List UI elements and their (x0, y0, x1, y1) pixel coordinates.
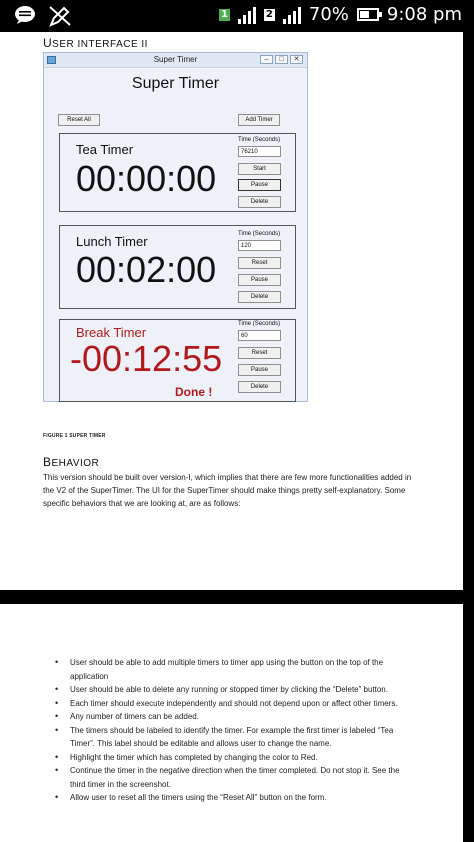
body-paragraph: This version should be built over versio… (43, 473, 412, 508)
pen-off-icon (49, 6, 71, 27)
timer-name[interactable]: Tea Timer (76, 142, 133, 157)
window-titlebar: Super Timer – □ ✕ (44, 53, 307, 68)
delete-button[interactable]: Delete (238, 381, 281, 393)
system-icons: 1 2 70% 9:08 pm (218, 4, 462, 25)
section-heading: BEHAVIOR (43, 455, 100, 469)
list-item: Any number of timers can be added. (55, 710, 410, 724)
battery-icon (356, 8, 382, 21)
timer-display: -00:12:55 (70, 338, 223, 379)
list-item: Allow user to reset all the timers using… (55, 791, 410, 805)
figure-caption: FIGURE 1 SUPER TIMER (43, 433, 106, 439)
document-page: User should be able to add multiple time… (0, 604, 463, 842)
delete-button[interactable]: Delete (238, 291, 281, 303)
timer-panel-lunch: Lunch Timer 00:02:00 Time (Seconds) 120 … (59, 225, 296, 309)
signal-icon (282, 6, 301, 24)
signal-icon (237, 6, 256, 24)
chat-icon (15, 6, 35, 24)
list-item: Highlight the timer which has completed … (55, 751, 410, 765)
reset-button[interactable]: Reset (238, 347, 281, 359)
behavior-list: User should be able to add multiple time… (55, 656, 410, 805)
pause-button[interactable]: Pause (238, 274, 281, 286)
done-label: Done ! (175, 385, 213, 399)
sim1-indicator: 1 (218, 8, 230, 21)
seconds-input[interactable]: 120 (238, 240, 281, 251)
list-item: User should be able to delete any runnin… (55, 683, 410, 697)
seconds-input[interactable]: 60 (238, 330, 281, 341)
start-button[interactable]: Start (238, 163, 281, 175)
timer-panel-tea: Tea Timer 00:00:00 Time (Seconds) 76210 … (59, 133, 296, 212)
section-heading: USER INTERFACE II (43, 36, 148, 50)
seconds-label: Time (Seconds) (238, 137, 281, 143)
notification-icons (14, 5, 72, 27)
timer-panel-break: Break Timer -00:12:55 Done ! Time (Secon… (59, 319, 296, 402)
timer-name[interactable]: Lunch Timer (76, 234, 148, 249)
reset-button[interactable]: Reset (238, 257, 281, 269)
minimize-button[interactable]: – (260, 55, 273, 64)
battery-percent: 70% (308, 4, 349, 25)
app-title: Super Timer (131, 75, 220, 92)
add-timer-button[interactable]: Add Timer (238, 114, 280, 126)
seconds-input[interactable]: 76210 (238, 146, 281, 157)
clock: 9:08 pm (386, 4, 462, 25)
close-button[interactable]: ✕ (290, 55, 303, 64)
reset-all-button[interactable]: Reset All (58, 114, 100, 126)
maximize-button[interactable]: □ (275, 55, 288, 64)
sim2-indicator: 2 (263, 8, 275, 21)
list-item: The timers should be labeled to identify… (55, 724, 410, 751)
seconds-label: Time (Seconds) (238, 321, 281, 327)
list-item: User should be able to add multiple time… (55, 656, 410, 683)
super-timer-window: Super Timer – □ ✕ Super Timer Reset All … (43, 52, 308, 402)
document-page: USER INTERFACE II Super Timer – □ ✕ Supe… (0, 32, 463, 590)
status-bar: 1 2 70% 9:08 pm (0, 0, 474, 32)
timer-display: 00:02:00 (76, 249, 217, 290)
list-item: Continue the timer in the negative direc… (55, 764, 410, 791)
pause-button[interactable]: Pause (238, 364, 281, 376)
delete-button[interactable]: Delete (238, 196, 281, 208)
list-item: Each timer should execute independently … (55, 697, 410, 711)
seconds-label: Time (Seconds) (238, 231, 281, 237)
timer-display: 00:00:00 (76, 158, 217, 199)
pause-button[interactable]: Pause (238, 179, 281, 191)
